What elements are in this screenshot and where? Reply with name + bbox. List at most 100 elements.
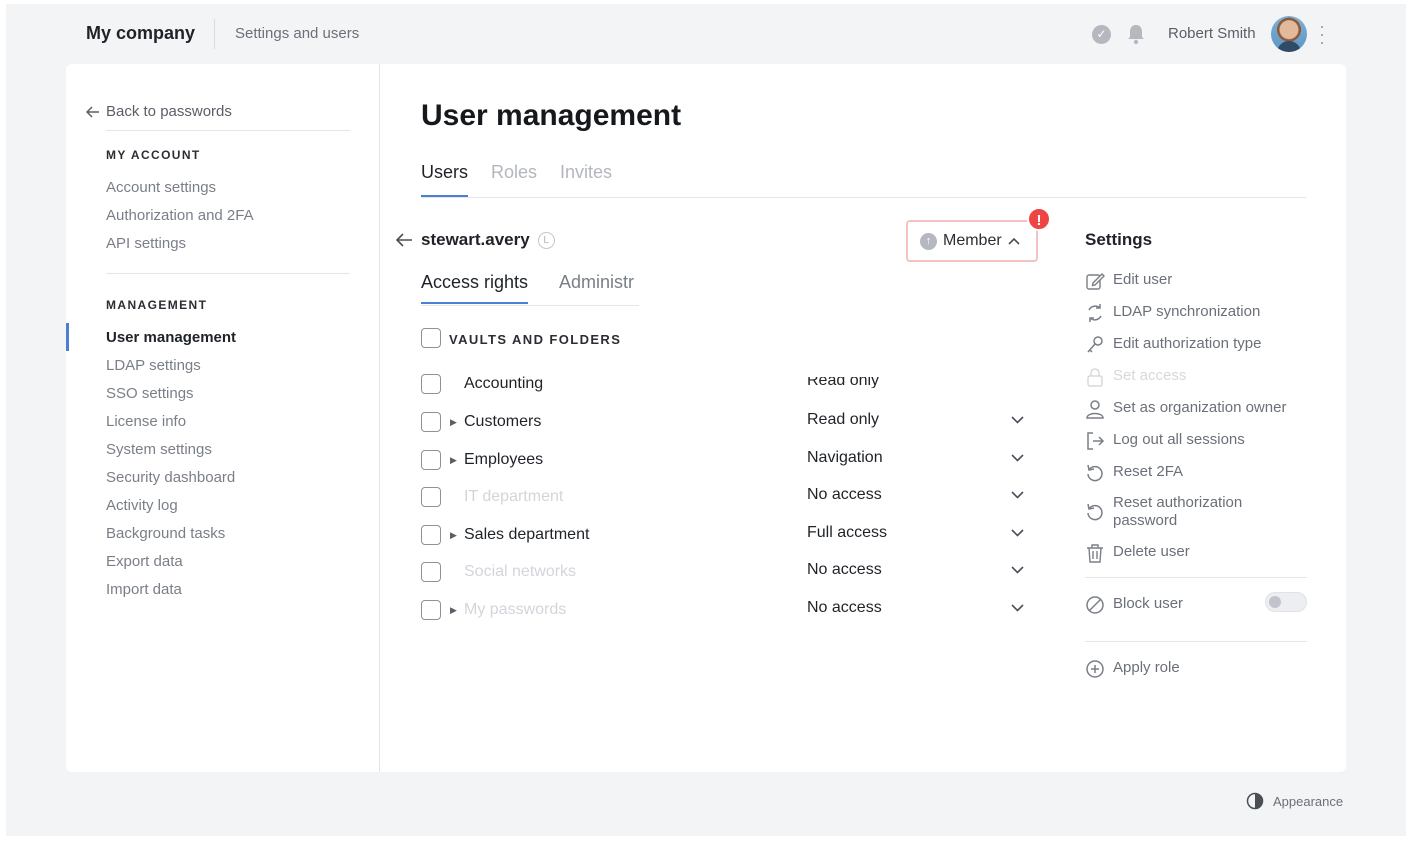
access-level-select[interactable]: No access — [807, 486, 882, 504]
settings-divider — [1085, 641, 1307, 642]
tab-invites[interactable]: Invites — [560, 162, 612, 195]
sidebar-divider — [106, 130, 350, 131]
sync-icon — [1088, 304, 1102, 322]
ldap-sync-label: LDAP synchronization — [1113, 303, 1261, 320]
chevron-down-icon[interactable] — [1011, 416, 1024, 424]
sidebar-item-sso-settings[interactable]: SSO settings — [106, 385, 194, 402]
logout-sessions-action[interactable]: Log out all sessions — [1085, 431, 1307, 451]
bell-icon[interactable] — [1126, 23, 1146, 45]
user-icon — [1086, 400, 1104, 419]
sidebar-item-account-settings[interactable]: Account settings — [106, 179, 216, 196]
chevron-down-icon[interactable] — [1011, 566, 1024, 574]
tab-users[interactable]: Users — [421, 162, 469, 197]
chevron-down-icon[interactable] — [1011, 529, 1024, 537]
vault-name[interactable]: Sales department — [464, 526, 589, 544]
edit-auth-type-action[interactable]: Edit authorization type — [1085, 335, 1307, 355]
access-level-select[interactable]: Read only — [807, 411, 879, 429]
company-name[interactable]: My company — [86, 23, 195, 44]
expand-triangle-icon[interactable]: ▶ — [450, 530, 457, 541]
user-header: stewart.avery L — [395, 230, 555, 250]
ldap-user-badge: L — [537, 231, 555, 249]
set-access-action[interactable]: Set access — [1085, 367, 1307, 387]
settings-divider — [1085, 577, 1307, 578]
vault-name[interactable]: Employees — [464, 451, 543, 469]
logout-sessions-label: Log out all sessions — [1113, 431, 1245, 448]
arrow-left-icon[interactable] — [395, 233, 413, 247]
row-checkbox[interactable] — [421, 600, 441, 620]
block-user-label: Block user — [1113, 595, 1184, 612]
chevron-down-icon[interactable] — [1011, 604, 1024, 612]
access-level-select[interactable]: Read only — [807, 377, 879, 388]
sidebar-item-security-dashboard[interactable]: Security dashboard — [106, 469, 235, 486]
expand-triangle-icon[interactable]: ▶ — [450, 605, 457, 616]
sidebar-item-system-settings[interactable]: System settings — [106, 441, 212, 458]
set-org-owner-label: Set as organization owner — [1113, 399, 1287, 416]
reset-2fa-action[interactable]: Reset 2FA — [1085, 463, 1307, 483]
apply-role-label: Apply role — [1113, 659, 1180, 676]
select-all-checkbox[interactable] — [421, 328, 441, 348]
access-level-select[interactable]: Full access — [807, 524, 887, 542]
edit-icon — [1086, 273, 1105, 290]
row-checkbox[interactable] — [421, 450, 441, 470]
section-heading-management: MANAGEMENT — [106, 298, 208, 312]
block-user-toggle[interactable] — [1265, 592, 1307, 612]
reset-auth-password-action[interactable]: Reset authorization password — [1085, 494, 1307, 530]
back-to-passwords-link[interactable]: Back to passwords — [86, 103, 232, 120]
sidebar-item-ldap-settings[interactable]: LDAP settings — [106, 357, 201, 374]
set-org-owner-action[interactable]: Set as organization owner — [1085, 399, 1307, 419]
content-card: Back to passwords MY ACCOUNT Account set… — [66, 64, 1346, 772]
apply-role-action[interactable]: Apply role — [1085, 659, 1307, 679]
more-vertical-icon[interactable]: · · · — [1316, 17, 1328, 51]
row-checkbox[interactable] — [421, 374, 441, 394]
sidebar-item-background-tasks[interactable]: Background tasks — [106, 525, 225, 542]
access-level-select[interactable]: Navigation — [807, 449, 883, 467]
reset-icon — [1087, 464, 1103, 482]
expand-triangle-icon[interactable]: ▶ — [450, 455, 457, 466]
warning-badge: ! — [1027, 207, 1051, 231]
sidebar-divider — [106, 273, 350, 274]
appearance-toggle[interactable]: Appearance — [1246, 792, 1343, 810]
expand-triangle-icon[interactable]: ▶ — [450, 417, 457, 428]
role-label: Member — [943, 232, 1002, 249]
row-checkbox[interactable] — [421, 487, 441, 507]
chevron-down-icon[interactable] — [1011, 491, 1024, 499]
topbar-divider — [214, 19, 215, 49]
subtab-access-rights[interactable]: Access rights — [421, 272, 529, 304]
vault-name[interactable]: Accounting — [464, 375, 543, 393]
sidebar-item-authorization-2fa[interactable]: Authorization and 2FA — [106, 207, 254, 224]
section-heading-my-account: MY ACCOUNT — [106, 148, 201, 162]
sidebar-item-export-data[interactable]: Export data — [106, 553, 183, 570]
sidebar-item-license-info[interactable]: License info — [106, 413, 186, 430]
check-circle-icon[interactable]: ✓ — [1092, 25, 1111, 44]
vault-name[interactable]: Social networks — [464, 563, 576, 581]
avatar[interactable] — [1271, 16, 1307, 52]
app-window: My company Settings and users ✓ Robert S… — [6, 4, 1406, 836]
row-checkbox[interactable] — [421, 562, 441, 582]
lock-icon — [1087, 368, 1103, 387]
access-level-select[interactable]: No access — [807, 599, 882, 617]
edit-user-action[interactable]: Edit user — [1085, 271, 1307, 291]
breadcrumb[interactable]: Settings and users — [235, 25, 359, 42]
chevron-down-icon[interactable] — [1011, 454, 1024, 462]
subtab-administration[interactable]: Administr — [559, 272, 634, 302]
logout-icon — [1087, 432, 1105, 450]
contrast-icon — [1246, 792, 1264, 810]
vault-name[interactable]: My passwords — [464, 601, 566, 619]
row-checkbox[interactable] — [421, 525, 441, 545]
plus-circle-icon — [1086, 660, 1104, 678]
ldap-sync-action[interactable]: LDAP synchronization — [1085, 303, 1307, 323]
sidebar-item-import-data[interactable]: Import data — [106, 581, 182, 598]
vault-name[interactable]: Customers — [464, 413, 541, 431]
reset-2fa-label: Reset 2FA — [1113, 463, 1184, 480]
sidebar-item-activity-log[interactable]: Activity log — [106, 497, 178, 514]
access-level-select[interactable]: No access — [807, 561, 882, 579]
current-user-name[interactable]: Robert Smith — [1168, 25, 1256, 42]
row-checkbox[interactable] — [421, 412, 441, 432]
back-label: Back to passwords — [106, 103, 232, 120]
vault-name[interactable]: IT department — [464, 488, 563, 506]
sidebar-item-user-management[interactable]: User management — [106, 329, 236, 346]
delete-user-action[interactable]: Delete user — [1085, 543, 1307, 563]
tab-roles[interactable]: Roles — [491, 162, 537, 195]
sidebar-item-api-settings[interactable]: API settings — [106, 235, 186, 252]
role-dropdown-button[interactable]: ↑ Member — [906, 220, 1038, 262]
